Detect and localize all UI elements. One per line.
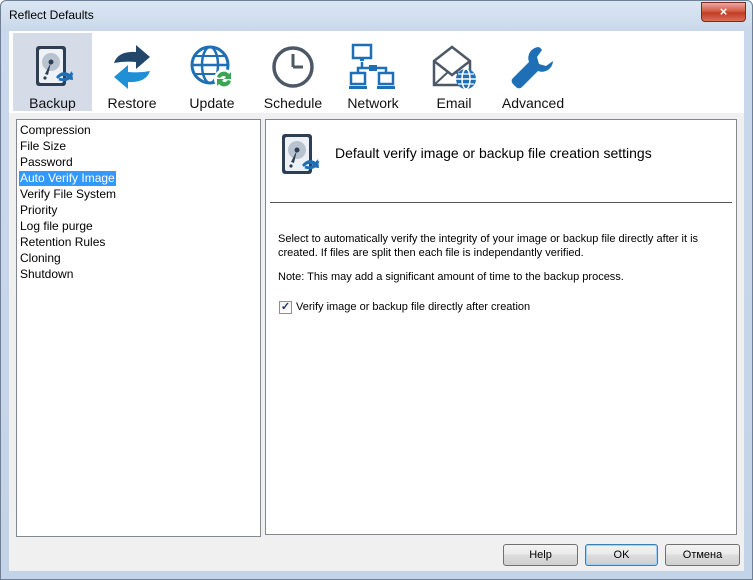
ok-button[interactable]: OK	[585, 544, 658, 566]
dialog-window: Reflect Defaults × Backup Restore Update…	[0, 0, 753, 580]
panel-heading: Default verify image or backup file crea…	[335, 145, 652, 161]
nav-item-password[interactable]: Password	[19, 155, 74, 170]
heading-divider	[270, 202, 732, 203]
toolbar-label: Network	[347, 95, 399, 111]
nav-item-cloning[interactable]: Cloning	[19, 251, 62, 266]
toolbar-restore[interactable]: Restore	[96, 33, 168, 111]
help-button[interactable]: Help	[503, 544, 578, 566]
toolbar-label: Email	[436, 95, 472, 111]
toolbar-label: Advanced	[501, 95, 565, 111]
settings-category-list[interactable]: Compression File Size Password Auto Veri…	[16, 119, 261, 537]
cancel-button[interactable]: Отмена	[665, 544, 740, 566]
toolbar-advanced[interactable]: Advanced	[497, 33, 569, 111]
verify-after-creation-checkbox[interactable]: ✓	[279, 301, 292, 314]
dialog-client: Backup Restore Update Schedule Network E…	[9, 31, 744, 571]
nav-item-auto-verify-image[interactable]: Auto Verify Image	[19, 171, 116, 186]
nav-item-priority[interactable]: Priority	[19, 203, 58, 218]
panel-note: Note: This may add a significant amount …	[278, 271, 624, 283]
window-title: Reflect Defaults	[9, 8, 94, 22]
wrench-icon	[511, 47, 553, 89]
nav-item-shutdown[interactable]: Shutdown	[19, 267, 74, 282]
globe-update-icon	[190, 45, 234, 89]
envelope-globe-icon	[432, 45, 476, 90]
settings-panel: Default verify image or backup file crea…	[265, 119, 737, 535]
close-button[interactable]: ×	[701, 2, 746, 22]
nav-item-file-size[interactable]: File Size	[19, 139, 67, 154]
toolbar-label: Restore	[107, 95, 157, 111]
toolbar-label: Backup	[29, 95, 76, 111]
clock-icon	[272, 46, 314, 88]
toolbar-email[interactable]: Email	[419, 33, 489, 111]
toolbar-label: Update	[189, 95, 235, 111]
network-computers-icon	[349, 43, 395, 89]
nav-item-log-file-purge[interactable]: Log file purge	[19, 219, 94, 234]
disk-backup-icon	[282, 134, 320, 174]
toolbar-network[interactable]: Network	[338, 33, 408, 111]
category-toolbar: Backup Restore Update Schedule Network E…	[9, 31, 744, 113]
toolbar-backup[interactable]: Backup	[13, 33, 92, 111]
checkbox-label[interactable]: Verify image or backup file directly aft…	[296, 301, 530, 313]
toolbar-schedule[interactable]: Schedule	[258, 33, 328, 111]
restore-arrows-icon	[114, 45, 150, 89]
toolbar-update[interactable]: Update	[175, 33, 249, 111]
panel-description: Select to automatically verify the integ…	[278, 233, 699, 259]
title-bar[interactable]: Reflect Defaults ×	[1, 1, 752, 29]
nav-item-verify-file-system[interactable]: Verify File System	[19, 187, 117, 202]
disk-backup-icon	[35, 46, 73, 86]
nav-item-retention-rules[interactable]: Retention Rules	[19, 235, 106, 250]
nav-item-compression[interactable]: Compression	[19, 123, 92, 138]
toolbar-label: Schedule	[263, 95, 323, 111]
